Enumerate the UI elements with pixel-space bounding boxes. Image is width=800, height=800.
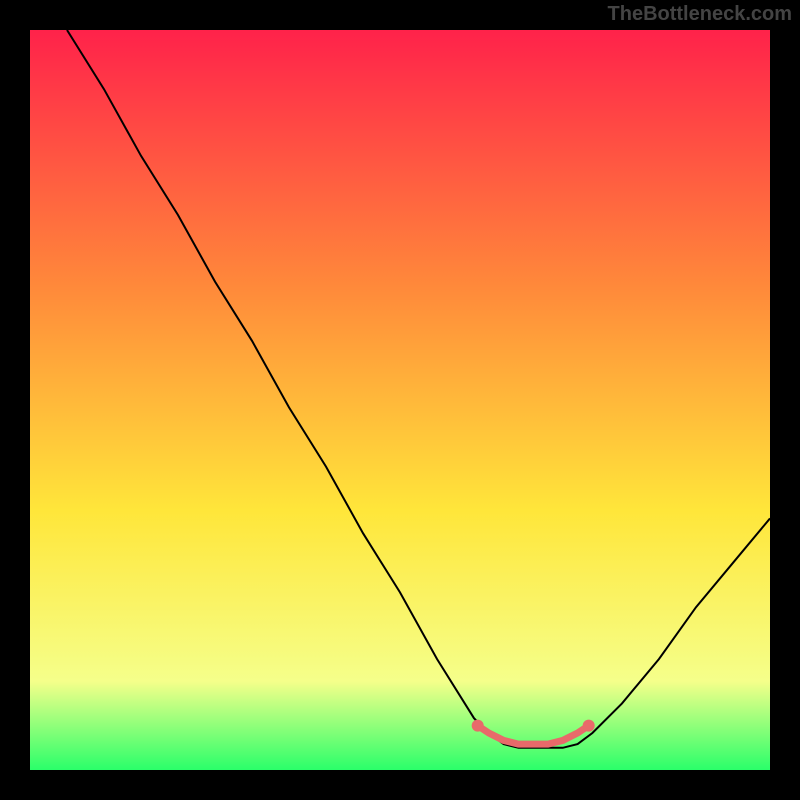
- watermark-text: TheBottleneck.com: [608, 3, 792, 26]
- marker-dot: [583, 720, 595, 732]
- chart-container: [30, 30, 770, 770]
- marker-dot: [472, 720, 484, 732]
- bottleneck-chart: [30, 30, 770, 770]
